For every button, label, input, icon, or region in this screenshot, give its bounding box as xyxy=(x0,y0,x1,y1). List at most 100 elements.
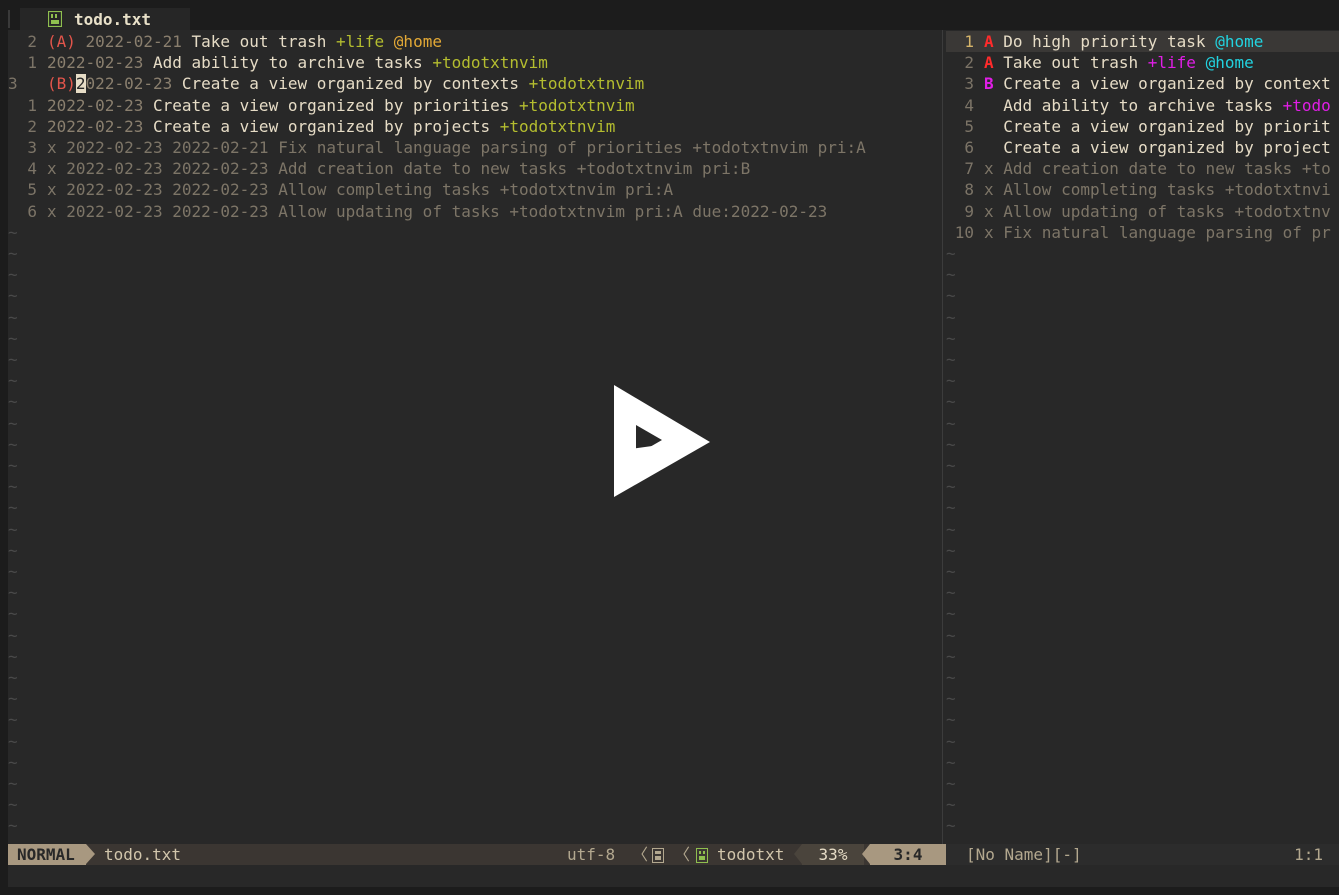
status-filetype: todotxt xyxy=(717,845,785,864)
line-number: 10 xyxy=(954,222,974,242)
buffer-line[interactable]: 10 x Fix natural language parsing of pr xyxy=(946,222,1339,243)
empty-line-marker: ~ xyxy=(8,816,18,836)
empty-line-marker: ~ xyxy=(8,265,18,285)
line-number: 1 xyxy=(964,32,974,51)
line-number: 2 xyxy=(27,32,37,51)
empty-line-marker: ~ xyxy=(946,646,956,666)
line-segment: 2 xyxy=(75,74,86,94)
empty-line-marker: ~ xyxy=(8,689,18,709)
empty-line-marker: ~ xyxy=(946,307,956,327)
line-segment: x Add creation date to new tasks +to xyxy=(984,159,1331,179)
buffer-line[interactable]: 2 2022-02-23 Create a view organized by p… xyxy=(8,116,940,137)
line-segment: +todotxtnvim xyxy=(432,53,548,73)
empty-line-marker: ~ xyxy=(8,456,18,475)
empty-line-marker: ~ xyxy=(8,498,18,518)
status-filename: todo.txt xyxy=(104,845,182,864)
line-segment: +life xyxy=(1147,53,1206,73)
line-segment: x 2022-02-23 2022-02-21 Fix natural lang… xyxy=(47,138,866,157)
buffer-line[interactable]: 1 2022-02-23 Create a view organized by p… xyxy=(8,95,940,116)
line-number: 2 xyxy=(27,116,37,136)
empty-line-marker: ~ xyxy=(8,668,18,687)
empty-line-marker: ~ xyxy=(946,668,956,687)
line-segment: x 2022-02-23 2022-02-23 Allow updating o… xyxy=(47,201,828,221)
line-segment: 2022-02-21 xyxy=(85,32,192,51)
empty-line-marker: ~ xyxy=(8,413,18,433)
empty-line-marker: ~ xyxy=(8,710,18,730)
status-line: NORMAL todo.txt utf-8 〈 〈 todotxt 33% 3:… xyxy=(8,844,1339,865)
buffer-line[interactable]: 7 x Add creation date to new tasks +to xyxy=(946,158,1339,179)
buffer-line[interactable]: 9 x Allow updating of tasks +todotxtnv xyxy=(946,201,1339,222)
line-segment: Create a view organized by projects xyxy=(152,116,500,136)
empty-line-marker: ~ xyxy=(946,583,956,603)
line-segment: x Allow updating of tasks +todotxtnv xyxy=(984,201,1331,221)
empty-line-marker: ~ xyxy=(946,413,956,433)
line-segment: +todo xyxy=(1282,95,1331,115)
empty-line-marker: ~ xyxy=(8,583,18,603)
empty-line-marker: ~ xyxy=(8,625,18,645)
line-segment: B xyxy=(984,74,1004,94)
line-segment: x 2022-02-23 2022-02-23 Allow completing… xyxy=(47,180,674,200)
buffer-line[interactable]: 3 x 2022-02-23 2022-02-21 Fix natural lan… xyxy=(8,137,940,158)
line-segment: A xyxy=(984,53,1004,73)
buffer-line[interactable]: 8 x Allow completing tasks +todotxtnvi xyxy=(946,179,1339,200)
tab-separator xyxy=(8,10,10,28)
tab-todo-txt[interactable]: todo.txt xyxy=(20,8,190,30)
status-encoding: utf-8 xyxy=(567,845,616,864)
line-segment: x 2022-02-23 2022-02-23 Add creation dat… xyxy=(47,159,751,179)
line-segment: A xyxy=(984,32,1004,51)
buffer-line[interactable]: 5 Create a view organized by priorit xyxy=(946,116,1339,137)
command-line[interactable] xyxy=(8,865,1339,887)
empty-line-marker: ~ xyxy=(946,265,956,285)
empty-line-marker: ~ xyxy=(8,434,18,454)
buffer-line[interactable]: 4 x 2022-02-23 2022-02-23 Add creation da… xyxy=(8,158,940,179)
empty-line-marker: ~ xyxy=(8,519,18,539)
empty-line-marker: ~ xyxy=(946,498,956,518)
line-number: 4 xyxy=(27,159,37,179)
buffer-line[interactable]: 1A Do high priority task @home xyxy=(946,31,1339,52)
empty-line-marker: ~ xyxy=(8,392,18,412)
line-segment: +life xyxy=(336,32,394,51)
buffer-line[interactable]: 3B Create a view organized by context xyxy=(946,73,1339,94)
buffer-line[interactable]: 6 x 2022-02-23 2022-02-23 Allow updating … xyxy=(8,201,940,222)
empty-line-marker: ~ xyxy=(8,540,18,560)
line-segment: +todotxtnvim xyxy=(519,95,635,115)
line-segment: +todotxtnvim xyxy=(528,74,645,94)
status-cursor-position: 3:4 xyxy=(870,844,946,865)
empty-line-marker: ~ xyxy=(8,752,18,772)
line-number: 1 xyxy=(27,53,37,73)
empty-line-marker: ~ xyxy=(946,837,956,844)
play-icon[interactable] xyxy=(614,385,714,500)
line-number: 2 xyxy=(964,53,974,73)
empty-line-marker: ~ xyxy=(946,604,956,624)
left-editor-window[interactable]: 2 (A) 2022-02-21 Take out trash +life @ho… xyxy=(8,30,940,844)
line-segment: Create a view organized by project xyxy=(984,138,1331,157)
line-segment: x Fix natural language parsing of pr xyxy=(984,222,1331,242)
line-segment: 2022-02-23 xyxy=(47,53,153,73)
buffer-line[interactable]: 6 Create a view organized by project xyxy=(946,137,1339,158)
buffer-line[interactable]: 5 x 2022-02-23 2022-02-23 Allow completin… xyxy=(8,179,940,200)
empty-line-marker: ~ xyxy=(8,562,18,581)
empty-line-marker: ~ xyxy=(946,710,956,730)
empty-line-marker: ~ xyxy=(946,244,956,263)
empty-line-marker: ~ xyxy=(8,604,18,624)
empty-line-marker: ~ xyxy=(8,244,18,263)
buffer-line[interactable]: 2A Take out trash +life @home xyxy=(946,52,1339,73)
empty-line-marker: ~ xyxy=(8,774,18,793)
empty-line-marker: ~ xyxy=(946,625,956,645)
status-percent: 33% xyxy=(802,844,864,865)
line-segment: Take out trash xyxy=(1003,53,1148,73)
empty-line-marker: ~ xyxy=(946,519,956,539)
buffer-line[interactable]: 3 (B)2022-02-23 Create a view organized b… xyxy=(8,73,940,94)
line-segment: Add ability to archive tasks xyxy=(984,95,1283,115)
empty-line-marker: ~ xyxy=(946,392,956,412)
right-editor-window[interactable]: 1A Do high priority task @home 2 A Take ou… xyxy=(946,30,1339,844)
tabline: todo.txt xyxy=(8,8,1339,30)
line-number: 8 xyxy=(964,180,974,200)
buffer-line[interactable]: 4 Add ability to archive tasks +todo xyxy=(946,95,1339,116)
line-segment: @home xyxy=(393,32,442,51)
buffer-line[interactable]: 1 2022-02-23 Add ability to archive tasks… xyxy=(8,52,940,73)
line-segment: Create a view organized by priorities xyxy=(152,95,520,115)
line-segment: Add ability to archive tasks xyxy=(152,53,433,73)
buffer-line[interactable]: 2 (A) 2022-02-21 Take out trash +life @ho… xyxy=(8,31,940,52)
empty-line-marker: ~ xyxy=(946,562,956,581)
